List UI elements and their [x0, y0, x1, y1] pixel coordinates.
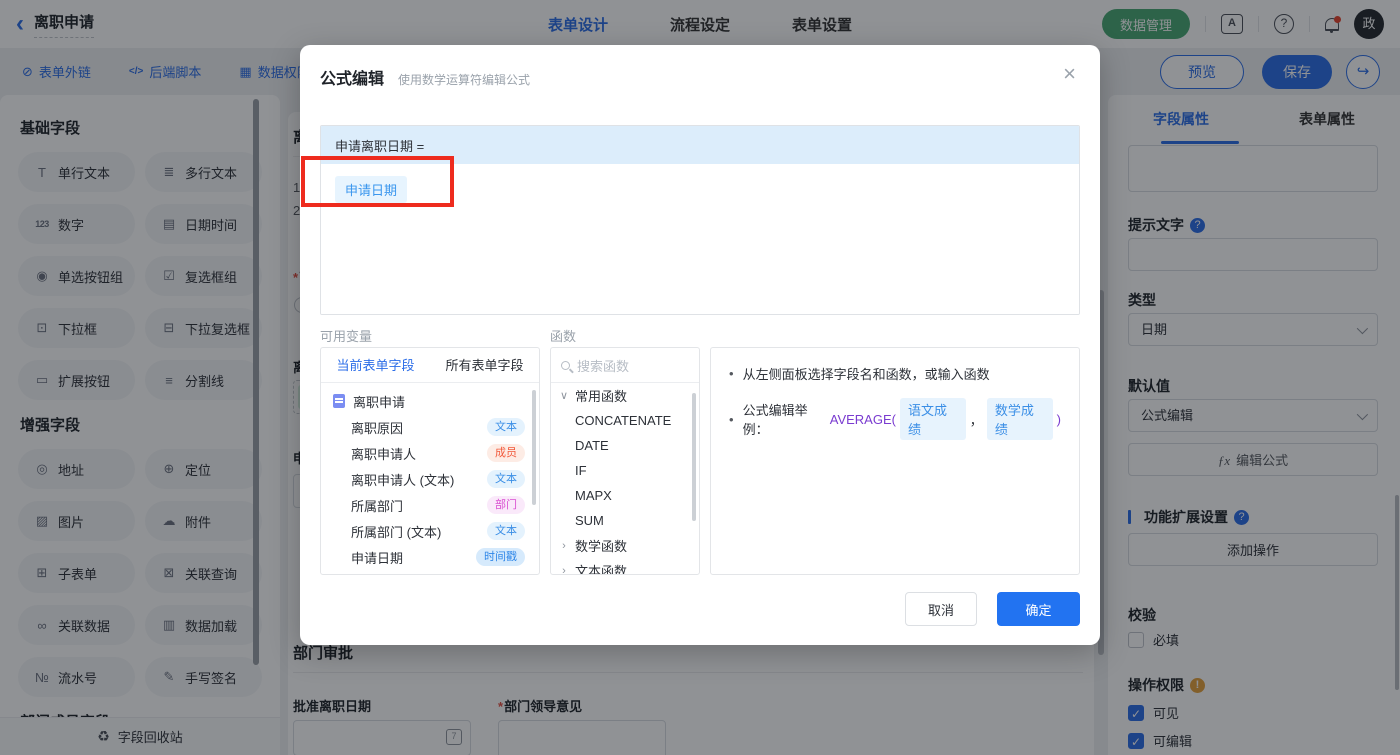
field-name: 申请日期 — [351, 550, 404, 566]
bullet-icon: • — [729, 366, 734, 381]
tip-line-1: • 从左侧面板选择字段名和函数，或输入函数 — [729, 364, 1061, 383]
functions-panel: 搜索函数 ∨ 常用函数 CONCATENATE DATE IF MAPX SUM … — [550, 347, 700, 575]
variable-tabs: 当前表单字段 所有表单字段 — [321, 348, 539, 383]
formula-editor: 申请离职日期 = 申请日期 — [320, 125, 1080, 315]
form-doc-icon — [333, 394, 345, 408]
field-name: 离职申请人 — [351, 446, 417, 462]
function-sum[interactable]: SUM — [551, 508, 699, 533]
variables-label: 可用变量 — [320, 329, 373, 344]
annotation-red-box — [301, 156, 454, 207]
bullet-icon: • — [729, 411, 734, 427]
tree-field-row[interactable]: 所属部门 部门 — [321, 492, 539, 518]
tip2-chip1: 语文成绩 — [899, 398, 966, 440]
field-name: 所属部门 (文本) — [351, 524, 442, 540]
type-badge: 部门 — [487, 496, 525, 514]
tip2-function: AVERAGE( — [829, 411, 896, 427]
function-date[interactable]: DATE — [551, 433, 699, 458]
tip2-comma: ， — [969, 412, 983, 428]
type-badge: 文本 — [487, 522, 525, 540]
chevron-down-icon: ∨ — [559, 390, 569, 402]
type-badge: 文本 — [487, 418, 525, 436]
function-group-text[interactable]: › 文本函数 — [551, 558, 699, 575]
modal-subtitle: 使用数学运算符编辑公式 — [398, 73, 531, 87]
field-name: 离职原因 — [351, 420, 404, 436]
variables-scrollbar[interactable] — [532, 390, 536, 505]
function-concatenate[interactable]: CONCATENATE — [551, 408, 699, 433]
tip2-close-paren: ) — [1056, 411, 1061, 427]
confirm-button[interactable]: 确定 — [997, 592, 1080, 626]
type-badge: 时间戳 — [476, 548, 525, 566]
function-mapx[interactable]: MAPX — [551, 483, 699, 508]
type-badge: 文本 — [487, 470, 525, 488]
group-label: 常用函数 — [575, 389, 628, 404]
app-root: ‹ 离职申请 表单设计 流程设定 表单设置 数据管理 A ? 政 ⊘ 表单外链 … — [0, 0, 1400, 755]
function-if[interactable]: IF — [551, 458, 699, 483]
search-placeholder: 搜索函数 — [577, 358, 630, 374]
variables-panel: 当前表单字段 所有表单字段 离职申请 离职原因 文本 离职申请人 成员 离职申请人 … — [320, 347, 540, 575]
formula-edit-modal: 公式编辑 使用数学运算符编辑公式 × 申请离职日期 = 申请日期 可用变量 函数… — [300, 45, 1100, 645]
tree-field-row[interactable]: 申请日期 时间戳 — [321, 544, 539, 570]
tree-field-row[interactable]: 离职申请人 成员 — [321, 440, 539, 466]
modal-title: 公式编辑 — [320, 71, 385, 88]
chevron-right-icon: › — [562, 539, 566, 552]
type-badge: 成员 — [487, 444, 525, 462]
tree-root[interactable]: 离职申请 — [321, 388, 539, 414]
field-name: 离职申请人 (文本) — [351, 472, 455, 488]
tab-current-form-fields[interactable]: 当前表单字段 — [321, 348, 430, 382]
tree-field-row[interactable]: 所属部门 (文本) 文本 — [321, 518, 539, 544]
group-label: 数学函数 — [575, 539, 628, 554]
tree-root-label: 离职申请 — [353, 394, 406, 410]
tab-all-form-fields[interactable]: 所有表单字段 — [430, 348, 539, 382]
function-search[interactable]: 搜索函数 — [551, 348, 699, 383]
field-name: 所属部门 — [351, 498, 404, 514]
search-icon — [561, 360, 570, 370]
functions-label: 函数 — [550, 329, 577, 344]
modal-header: 公式编辑 使用数学运算符编辑公式 — [320, 65, 530, 89]
tip2-chip2: 数学成绩 — [986, 398, 1053, 440]
tree-field-row[interactable]: 离职申请人 (文本) 文本 — [321, 466, 539, 492]
functions-scrollbar[interactable] — [692, 393, 696, 521]
tip2-prefix: 公式编辑举例： — [742, 403, 808, 437]
function-group-common[interactable]: ∨ 常用函数 — [551, 383, 699, 408]
cancel-button[interactable]: 取消 — [905, 592, 977, 626]
tip-line-2: • 公式编辑举例： AVERAGE( 语文成绩 ， 数学成绩 ) — [729, 398, 1061, 440]
function-group-math[interactable]: › 数学函数 — [551, 533, 699, 558]
variable-tree: 离职申请 离职原因 文本 离职申请人 成员 离职申请人 (文本) 文本 所属部门 部门 … — [321, 383, 539, 570]
tree-field-row[interactable]: 离职原因 文本 — [321, 414, 539, 440]
close-icon[interactable]: × — [1063, 61, 1076, 87]
tips-panel: • 从左侧面板选择字段名和函数，或输入函数 • 公式编辑举例： AVERAGE(… — [710, 347, 1080, 575]
tip1-text: 从左侧面板选择字段名和函数，或输入函数 — [742, 367, 990, 382]
group-label: 文本函数 — [575, 564, 628, 575]
chevron-right-icon: › — [562, 564, 566, 575]
